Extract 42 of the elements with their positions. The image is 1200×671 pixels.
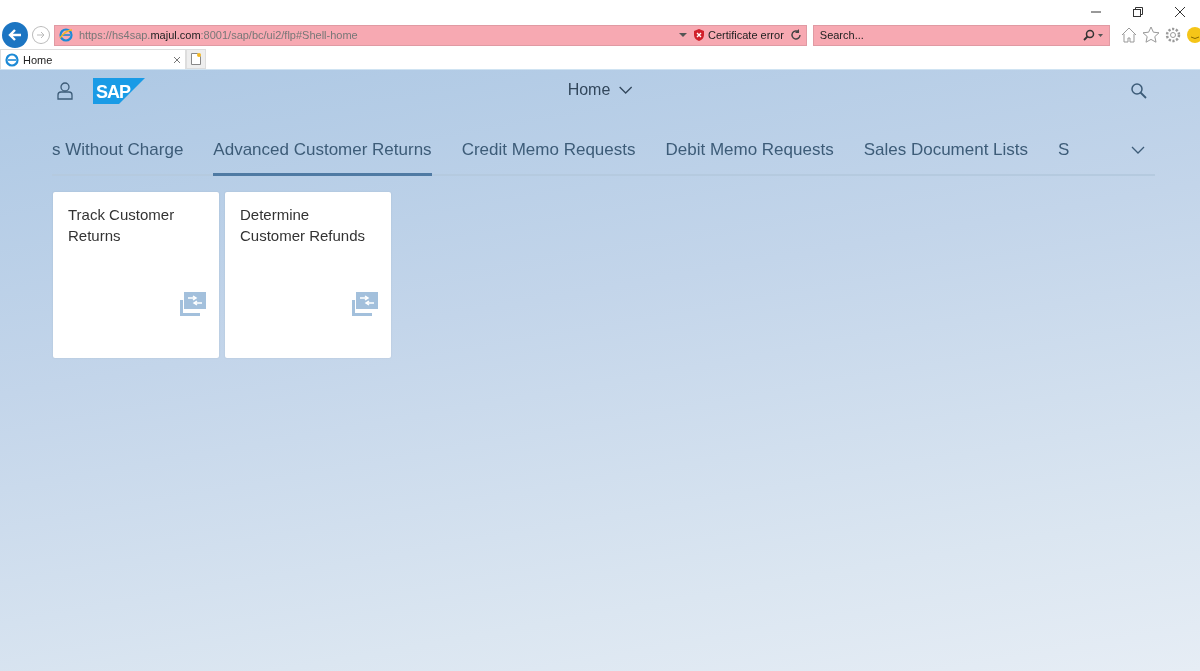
shield-error-icon: [693, 29, 705, 42]
tile-title: Track Customer Returns: [68, 205, 176, 246]
app-tile[interactable]: Track Customer Returns: [53, 192, 219, 358]
settings-icon[interactable]: [1164, 26, 1182, 45]
group-tab[interactable]: Advanced Customer Returns: [213, 126, 432, 176]
group-tab[interactable]: Credit Memo Requests: [461, 126, 636, 176]
search-icon[interactable]: [1130, 82, 1148, 100]
search-field[interactable]: Search...: [817, 28, 1083, 43]
app-transfer-icon: [351, 292, 378, 316]
user-icon[interactable]: [57, 82, 73, 100]
dropdown-icon[interactable]: [679, 32, 687, 39]
url-text: https://hs4sap.majul.com:8001/sap/bc/ui2/flp#Shell-home: [78, 29, 359, 42]
certificate-error-button[interactable]: Certificate error: [693, 29, 784, 42]
search-icon[interactable]: [1083, 29, 1105, 42]
smiley-icon[interactable]: [1186, 26, 1200, 45]
arrow-right-icon: [35, 30, 46, 41]
back-button[interactable]: [2, 22, 28, 49]
tile-title: Determine Customer Refunds: [240, 205, 367, 246]
refresh-icon[interactable]: [789, 29, 802, 42]
restore-icon[interactable]: [1132, 5, 1144, 18]
app-tile[interactable]: Determine Customer Refunds: [225, 192, 391, 358]
browser-tab[interactable]: Home: [0, 49, 186, 69]
home-icon[interactable]: [1120, 26, 1138, 45]
close-icon[interactable]: [1174, 5, 1186, 18]
group-tab[interactable]: Debit Memo Requests: [665, 126, 834, 176]
new-tab-button[interactable]: [186, 49, 206, 69]
favorites-star-icon[interactable]: [1142, 26, 1160, 45]
search-field[interactable]: Search...: [812, 25, 1110, 46]
tab-title: Home: [23, 53, 53, 66]
group-tab[interactable]: s Without Charge: [52, 126, 184, 176]
group-tab[interactable]: Sales Document Lists: [863, 126, 1029, 176]
chevron-down-icon[interactable]: [1131, 146, 1145, 154]
shell-title-menu[interactable]: Home: [561, 80, 639, 100]
app-transfer-icon: [179, 292, 206, 316]
address-bar[interactable]: https://hs4sap.majul.com:8001/sap/bc/ui2/flp#Shell-home Certificate error: [53, 25, 807, 46]
browser-logo-icon: [58, 28, 73, 43]
new-page-icon: [191, 53, 201, 65]
chevron-down-icon: [618, 86, 633, 94]
sap-logo[interactable]: SAP: [93, 78, 145, 104]
browser-logo-icon: [5, 52, 19, 67]
close-tab-icon[interactable]: [173, 55, 181, 64]
group-tab[interactable]: S: [1058, 126, 1070, 176]
